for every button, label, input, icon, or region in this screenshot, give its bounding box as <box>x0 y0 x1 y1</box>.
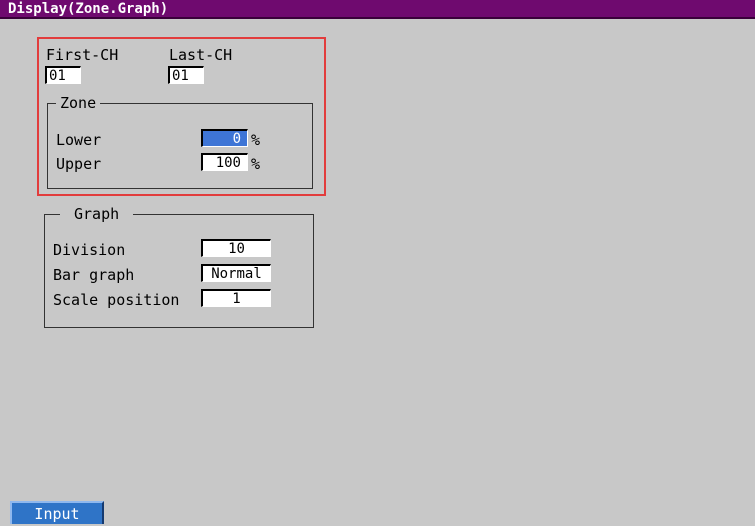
scale-position-label: Scale position <box>53 291 180 309</box>
first-ch-field[interactable]: 01 <box>45 66 81 84</box>
scale-position-field[interactable]: 1 <box>201 289 271 307</box>
window-title: Display(Zone.Graph) <box>0 0 755 19</box>
lower-label: Lower <box>56 131 102 149</box>
first-ch-label: First-CH <box>46 46 119 64</box>
bar-graph-field[interactable]: Normal <box>201 264 271 282</box>
lower-unit: % <box>251 131 261 149</box>
division-field[interactable]: 10 <box>201 239 271 257</box>
last-ch-field[interactable]: 01 <box>168 66 204 84</box>
zone-group-title: Zone <box>56 94 101 112</box>
upper-unit: % <box>251 155 261 173</box>
upper-label: Upper <box>56 155 102 173</box>
bar-graph-label: Bar graph <box>53 266 135 284</box>
last-ch-label: Last-CH <box>169 46 233 64</box>
lower-field[interactable]: 0 <box>201 129 248 147</box>
upper-field[interactable]: 100 <box>201 153 248 171</box>
division-label: Division <box>53 241 126 259</box>
input-button[interactable]: Input <box>10 501 104 524</box>
graph-group-title: Graph <box>60 205 134 223</box>
